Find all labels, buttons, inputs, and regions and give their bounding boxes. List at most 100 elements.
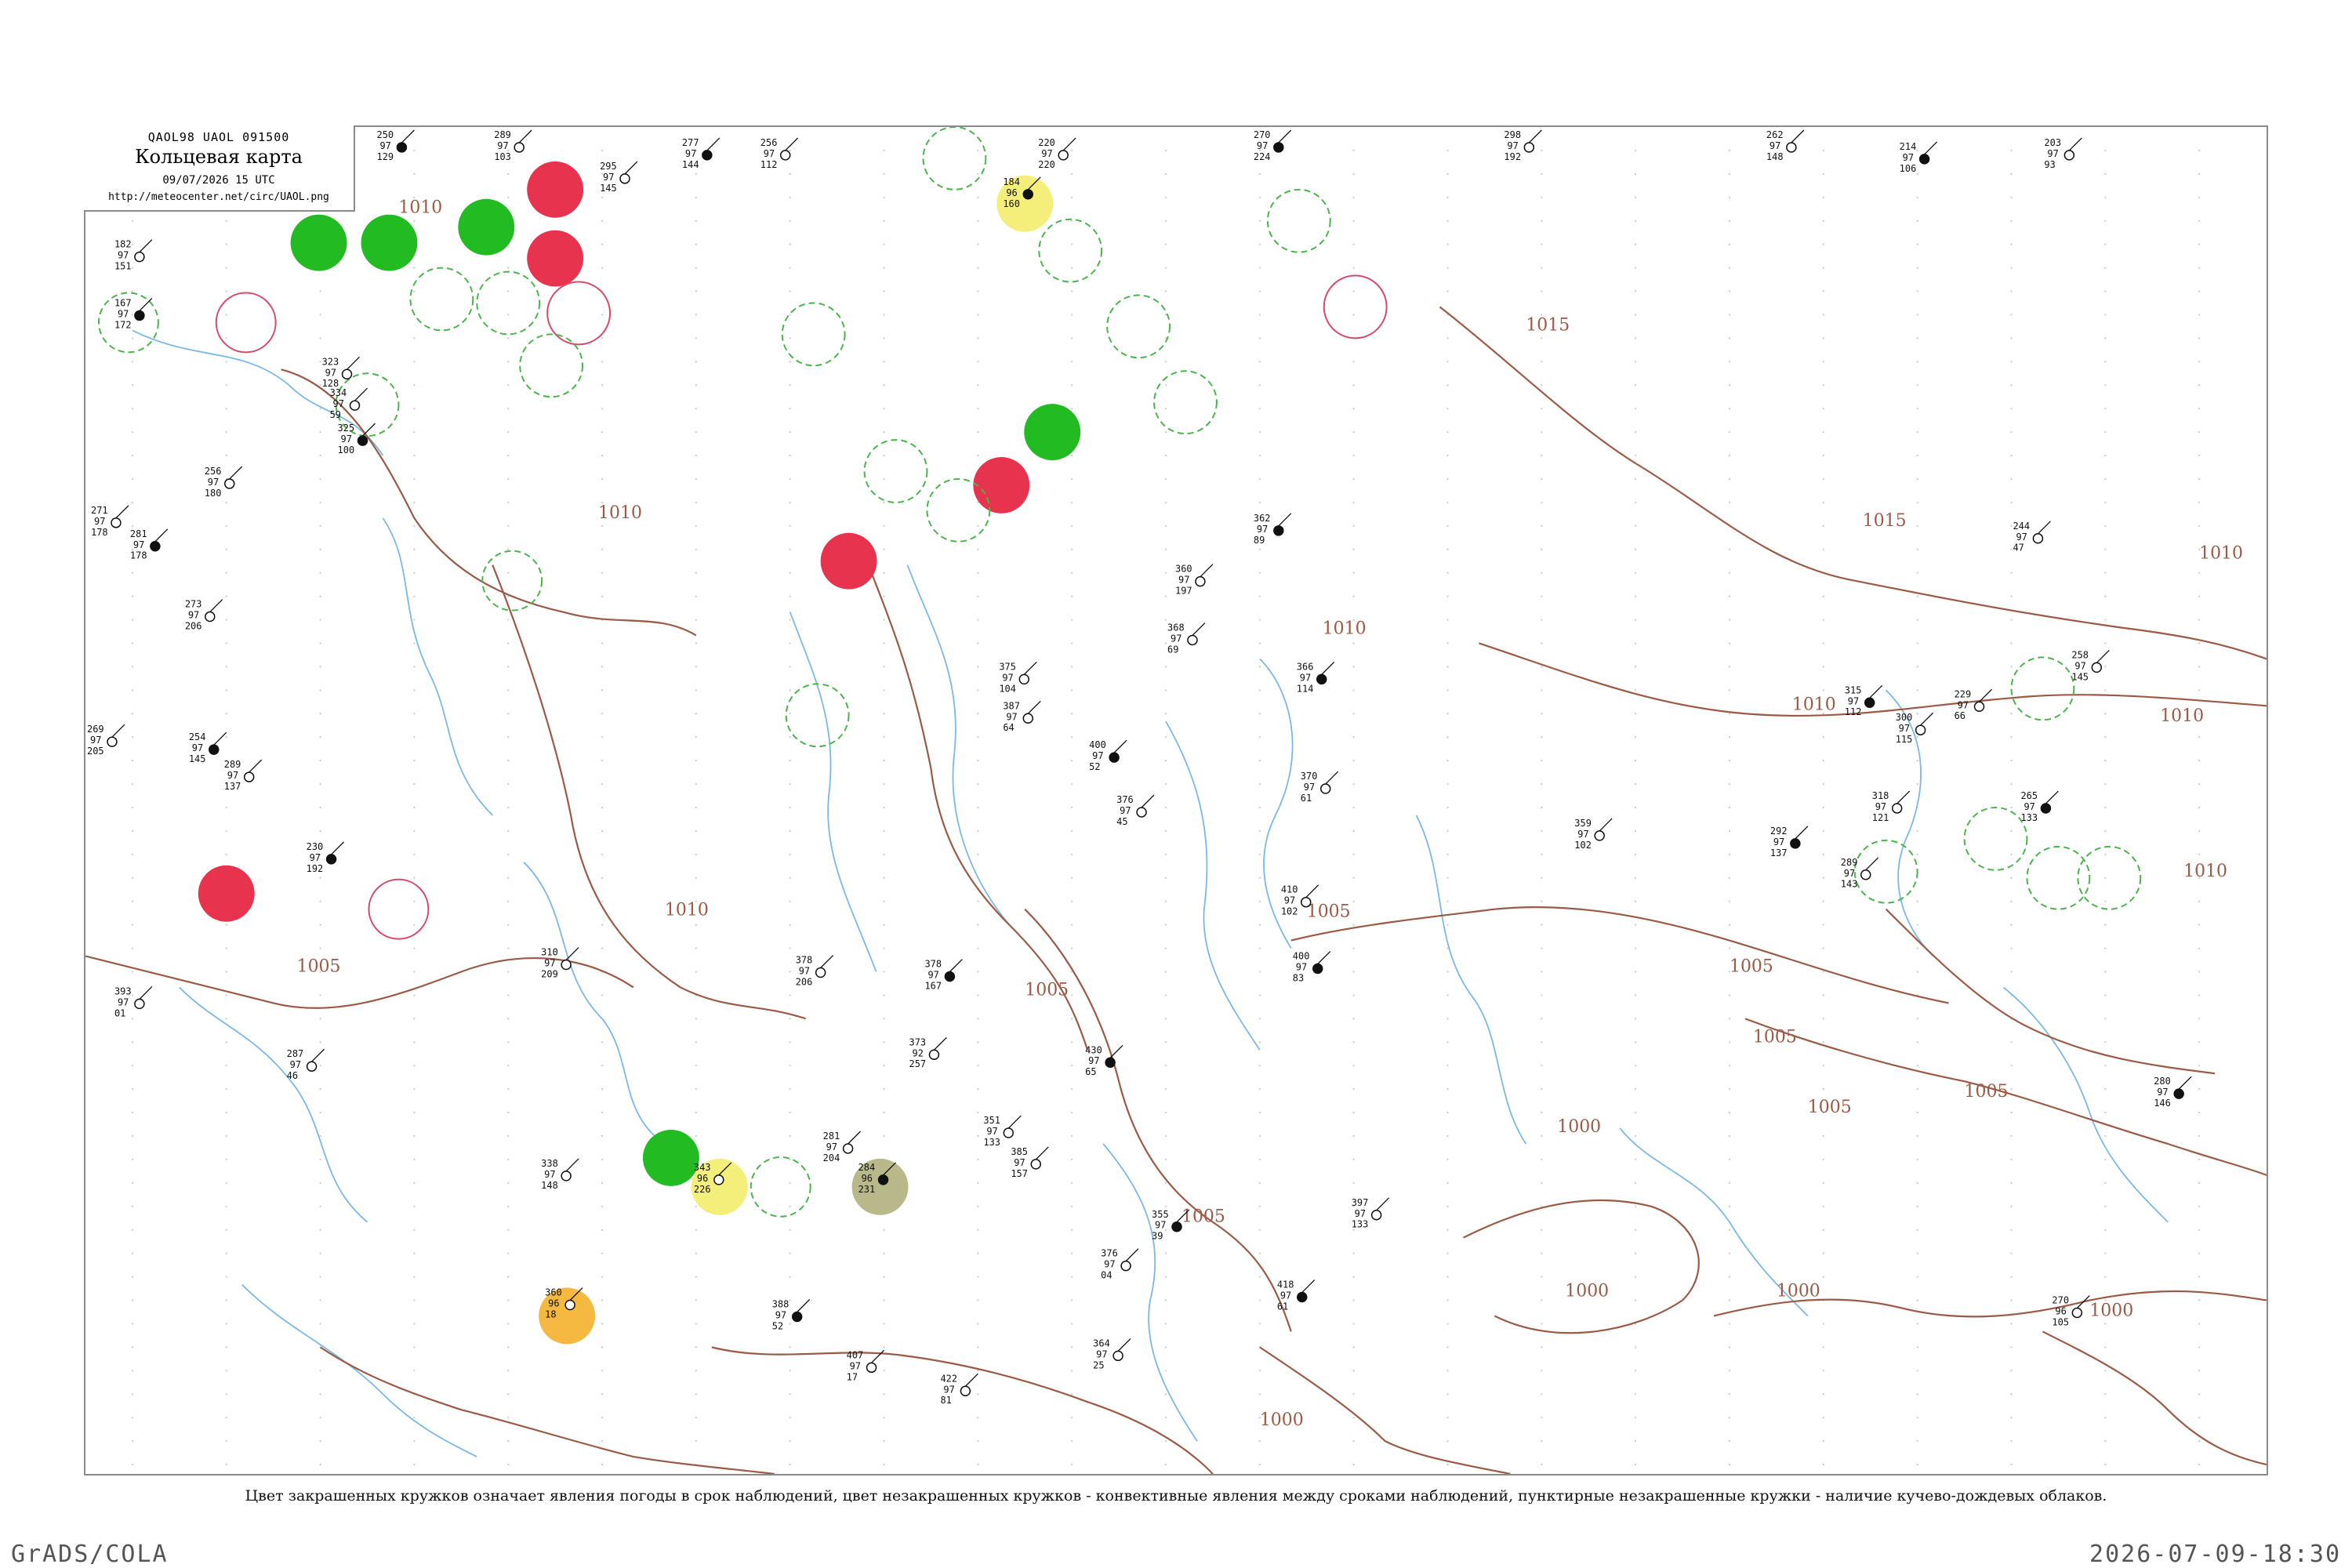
station-value: 167 — [114, 297, 132, 308]
station-wind-barb — [1301, 1279, 1316, 1293]
station-cloud-symbol — [2040, 803, 2052, 814]
grid-dot — [1728, 220, 1731, 222]
station-value: 18 — [545, 1308, 556, 1319]
station-plot: 3769745 — [1116, 794, 1155, 827]
station-value: 359 — [1574, 818, 1592, 829]
grid-dot — [1352, 1370, 1355, 1372]
grid-dot — [131, 220, 134, 222]
station-cloud-symbol — [205, 611, 216, 622]
station-value: 97 — [1903, 152, 1914, 163]
grid-dot — [2198, 736, 2201, 739]
grid-dot — [413, 408, 416, 410]
grid-dot — [977, 713, 979, 715]
grid-dot — [2198, 689, 2201, 691]
grid-dot — [883, 501, 885, 503]
grid-dot — [1071, 1205, 1073, 1207]
grid-dot — [1258, 900, 1261, 902]
grid-dot — [977, 829, 979, 833]
station-value: 97 — [1104, 1259, 1115, 1270]
grid-dot — [1822, 1440, 1824, 1443]
station-value: 96 — [1006, 187, 1017, 198]
station-wind-barb — [933, 1036, 947, 1051]
grid-dot — [1635, 1393, 1637, 1396]
grid-dot — [507, 1463, 510, 1466]
grid-dot — [1071, 1276, 1073, 1278]
grid-dot — [977, 782, 979, 786]
grid-dot — [2010, 947, 2013, 949]
station-value: 103 — [494, 151, 511, 162]
station-cloud-symbol — [514, 142, 524, 153]
grid-dot — [1916, 572, 1918, 574]
grid-dot — [789, 1041, 791, 1044]
station-value: 226 — [694, 1184, 711, 1195]
station-cloud-symbol — [1022, 189, 1034, 200]
station-value: 97 — [1155, 1220, 1166, 1231]
grid-dot — [1916, 408, 1918, 410]
grid-dot — [1352, 196, 1355, 198]
grid-dot — [1635, 1252, 1637, 1254]
grid-dot — [2010, 172, 2013, 175]
station-plot: 26997205 — [87, 724, 125, 757]
grid-dot — [977, 172, 979, 175]
station-cloud-symbol — [223, 478, 235, 489]
grid-dot — [1071, 1111, 1073, 1114]
grid-dot — [1446, 361, 1449, 363]
grid-dot — [2104, 267, 2107, 269]
station-wind-barb — [229, 466, 243, 480]
grid-dot — [2010, 384, 2013, 387]
grid-dot — [507, 290, 510, 292]
station-value: 114 — [1297, 683, 1314, 694]
grid-dot — [2198, 149, 2201, 152]
grid-dot — [789, 1018, 791, 1020]
grid-dot — [507, 1323, 510, 1325]
grid-dot — [131, 1252, 134, 1254]
grid-dot — [1164, 477, 1167, 481]
grid-dot — [319, 1181, 321, 1184]
grid-dot — [883, 149, 885, 152]
station-cloud-symbol — [842, 1143, 854, 1154]
station-value: 97 — [90, 735, 101, 746]
grid-dot — [977, 1134, 979, 1138]
grid-dot — [695, 1323, 697, 1325]
grid-dot — [2198, 314, 2201, 316]
grid-dot — [413, 829, 416, 833]
station-value: 97 — [208, 477, 219, 488]
grid-dot — [2010, 806, 2013, 809]
grid-dot — [1916, 384, 1918, 387]
grid-dot — [1916, 642, 1918, 644]
grid-dot — [1916, 924, 1918, 926]
map-source-link[interactable]: http://meteocenter.net/circ/UAOL.png — [84, 191, 354, 203]
grid-dot — [883, 853, 885, 855]
grid-dot — [1541, 924, 1543, 926]
grid-dot — [2104, 314, 2107, 316]
grid-dot — [1164, 689, 1167, 691]
grid-dot — [977, 1252, 979, 1254]
station-plot: 37597104 — [999, 661, 1037, 694]
grid-dot — [695, 642, 697, 644]
grid-dot — [789, 1229, 791, 1231]
grid-dot — [319, 1018, 321, 1020]
grid-dot — [789, 1299, 791, 1301]
grid-dot — [789, 1065, 791, 1067]
grid-dot — [695, 619, 697, 621]
grid-dot — [2104, 900, 2107, 902]
isobar-label: 1010 — [1323, 619, 1367, 639]
grid-dot — [2198, 1393, 2201, 1396]
grid-dot — [1164, 666, 1167, 668]
grid-dot — [601, 149, 604, 152]
grid-dot — [1258, 619, 1261, 621]
grid-dot — [1071, 1134, 1073, 1138]
grid-dot — [2104, 829, 2107, 833]
grid-dot — [1916, 782, 1918, 786]
grid-dot — [601, 736, 604, 739]
grid-dot — [1446, 1346, 1449, 1348]
grid-dot — [1164, 924, 1167, 926]
grid-dot — [1541, 1370, 1543, 1372]
grid-dot — [2010, 1041, 2013, 1044]
grid-dot — [1822, 971, 1824, 973]
grid-dot — [1728, 314, 1731, 316]
station-plot: 27197178 — [91, 505, 129, 538]
station-value: 230 — [307, 841, 324, 852]
footer-timestamp: 2026-07-09-18:30 — [2089, 1541, 2341, 1568]
grid-dot — [507, 196, 510, 198]
